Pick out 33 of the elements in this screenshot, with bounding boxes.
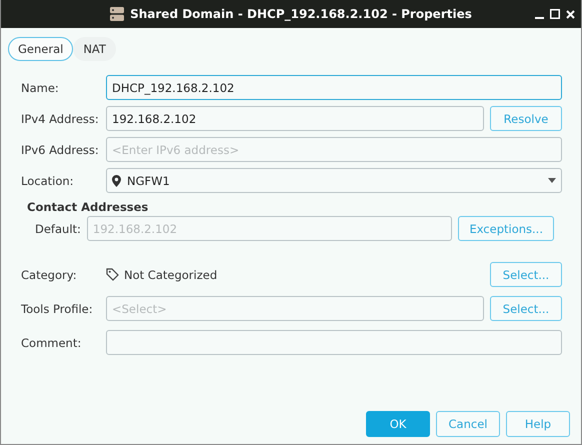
section-heading: Contact Addresses bbox=[27, 200, 150, 214]
maximize-icon[interactable] bbox=[550, 9, 560, 19]
field-label: Location: bbox=[21, 174, 75, 188]
exceptions-button[interactable]: Exceptions... bbox=[458, 216, 554, 241]
caret-icon bbox=[548, 178, 556, 183]
close-icon[interactable] bbox=[566, 10, 575, 19]
select-button[interactable]: Select... bbox=[490, 296, 562, 321]
field-label: IPv6 Address: bbox=[21, 142, 100, 156]
field-label: Name: bbox=[21, 80, 60, 94]
tab[interactable]: NAT bbox=[73, 37, 116, 61]
tab[interactable]: General bbox=[8, 37, 74, 61]
tag-icon bbox=[106, 268, 119, 281]
input-field[interactable]: DHCP_192.168.2.102 bbox=[106, 75, 562, 100]
location-dropdown[interactable]: NGFW1 bbox=[106, 168, 562, 193]
dialog-button[interactable]: OK bbox=[366, 411, 430, 437]
select-button[interactable]: Select... bbox=[490, 262, 562, 287]
input-field[interactable]: <Select> bbox=[106, 296, 484, 321]
input-field[interactable]: 192.168.2.102 bbox=[86, 216, 452, 241]
select-button[interactable]: Resolve bbox=[490, 106, 562, 131]
input-field[interactable]: 192.168.2.102 bbox=[106, 106, 484, 131]
field-label: Category: bbox=[21, 268, 78, 282]
window-title: Shared Domain - DHCP_192.168.2.102 - Properties bbox=[130, 7, 472, 21]
field-label: IPv4 Address: bbox=[21, 112, 100, 126]
category-value: Not Categorized bbox=[124, 268, 218, 282]
field-label: Comment: bbox=[21, 336, 82, 350]
dialog-button[interactable]: Help bbox=[506, 411, 570, 437]
location-pin-icon bbox=[112, 174, 121, 186]
input-field[interactable] bbox=[106, 330, 562, 355]
server-icon bbox=[110, 7, 124, 21]
field-label: Default: bbox=[35, 222, 81, 236]
field-label: Tools Profile: bbox=[21, 302, 94, 316]
input-field[interactable]: <Enter IPv6 address> bbox=[106, 137, 562, 162]
dialog-button[interactable]: Cancel bbox=[436, 411, 500, 437]
